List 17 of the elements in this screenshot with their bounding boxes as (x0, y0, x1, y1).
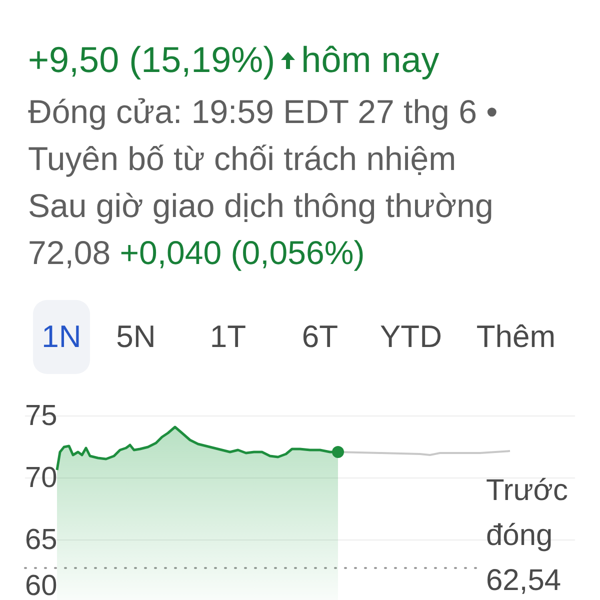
after-hours-info: Sau giờ giao dịch thông thường 72,08 +0,040 (0,056%) (28, 186, 494, 273)
previous-close-label: Trước đóng (486, 473, 569, 554)
change-period: hôm nay (301, 38, 440, 82)
y-axis-label: 70 (25, 463, 58, 493)
y-axis-label: 60 (25, 571, 58, 600)
close-info: Đóng cửa: 19:59 EDT 27 thg 6 • Tuyên bố từ chối trách nhiệm (28, 92, 499, 179)
price-change: +9,50 (15,19%) (28, 38, 276, 82)
current-price-dot (332, 446, 344, 458)
y-axis-label: 65 (25, 525, 58, 555)
previous-close-value: 62,54 (486, 563, 562, 599)
range-tab[interactable]: YTD (366, 300, 456, 374)
range-tab[interactable]: 6T (274, 300, 366, 374)
range-tab[interactable]: Thêm (456, 300, 576, 374)
range-tab[interactable]: 5N (90, 300, 182, 374)
range-tab[interactable]: 1N (33, 300, 90, 374)
y-axis-label: 75 (25, 401, 58, 431)
range-tab[interactable]: 1T (182, 300, 274, 374)
